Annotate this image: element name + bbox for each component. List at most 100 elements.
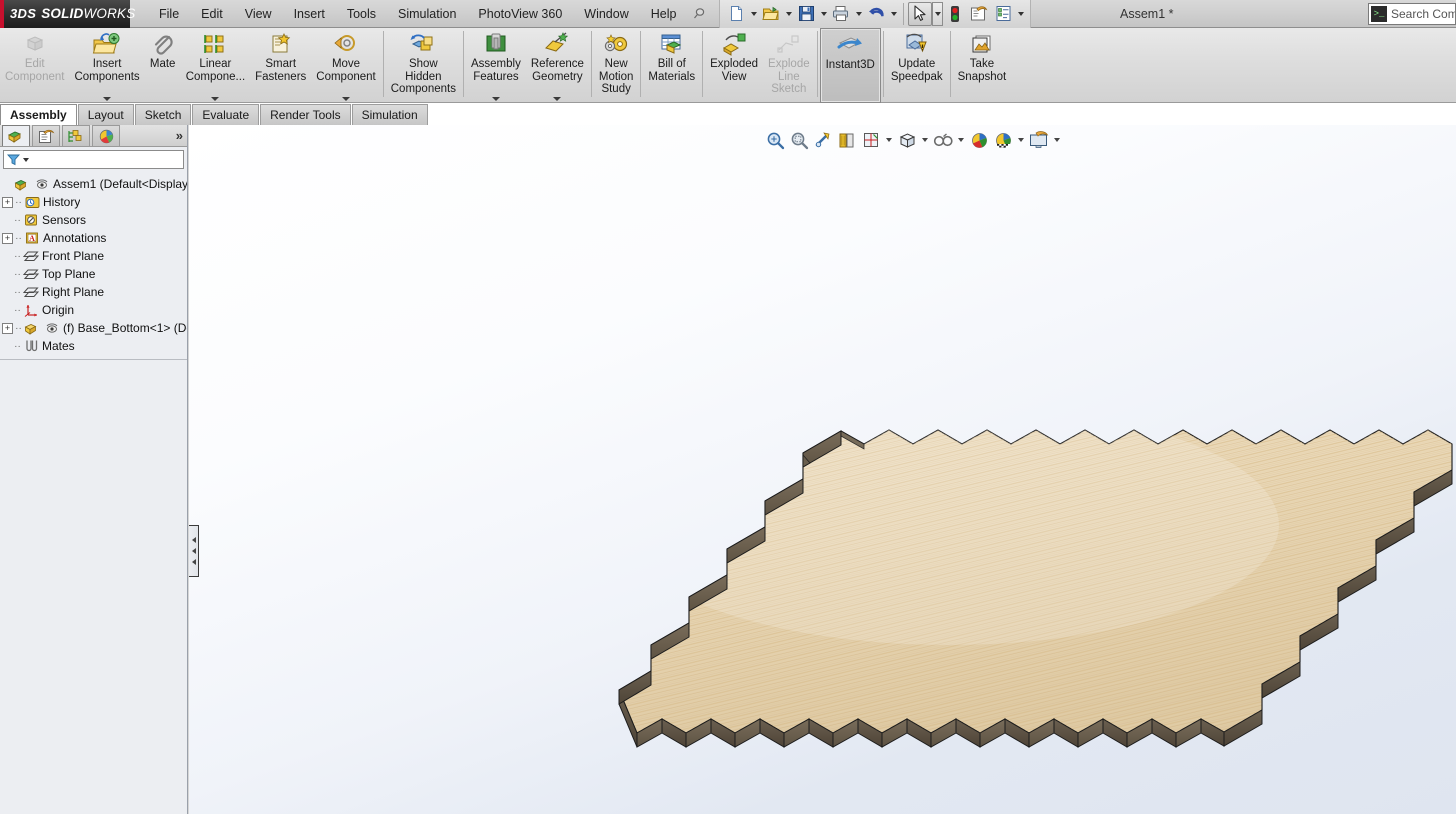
ribbon-new-motion-study[interactable]: New Motion Study <box>594 28 639 103</box>
menu-item-insert[interactable]: Insert <box>283 4 336 24</box>
ribbon-bill-of-materials[interactable]: Bill of Materials <box>643 28 700 103</box>
expand-icon[interactable]: + <box>2 322 13 334</box>
ribbon-mate[interactable]: Mate <box>145 28 181 103</box>
open-document-caret-icon[interactable] <box>783 2 794 26</box>
tree-item-annotations[interactable]: + ·· A Annotations <box>0 229 187 247</box>
ribbon-instant3d[interactable]: Instant3D <box>819 28 881 103</box>
undo-caret-icon[interactable] <box>888 2 899 26</box>
ribbon-divider <box>816 31 818 97</box>
save-caret-icon[interactable] <box>818 2 829 26</box>
settings-list-caret-icon[interactable] <box>1015 2 1026 26</box>
select-arrow-icon[interactable] <box>908 1 933 26</box>
ribbon-edit-component[interactable]: Edit Component <box>0 28 69 103</box>
tree-item-mates[interactable]: ·· Mates <box>0 337 187 355</box>
new-document-icon[interactable] <box>724 2 748 26</box>
tree-item-base-bottom[interactable]: + ·· (f) Base_Bottom<1> (De <box>0 319 187 337</box>
tree-item-front-plane[interactable]: ·· Front Plane <box>0 247 187 265</box>
search-commands-box[interactable]: >_ Search Com <box>1368 3 1456 25</box>
menu-item-edit[interactable]: Edit <box>190 4 234 24</box>
feature-tree: Assem1 (Default<Display St + ·· History … <box>0 171 187 814</box>
ribbon-assembly-features-caret-icon[interactable] <box>491 97 500 101</box>
ribbon-take-snapshot-label: Take Snapshot <box>957 58 1007 83</box>
plane-icon <box>22 286 40 299</box>
ribbon-smart-fasteners-label: Smart Fasteners <box>255 58 307 83</box>
show-hidden-components-icon <box>409 31 437 57</box>
select-arrow-caret-icon[interactable] <box>932 1 944 26</box>
ribbon-smart-fasteners[interactable]: Smart Fasteners <box>250 28 311 103</box>
ribbon-linear-component-pattern-caret-icon[interactable] <box>211 97 220 101</box>
tab-simulation[interactable]: Simulation <box>351 104 428 125</box>
print-caret-icon[interactable] <box>853 2 864 26</box>
menu-item-view[interactable]: View <box>234 4 283 24</box>
tab-evaluate[interactable]: Evaluate <box>192 104 260 125</box>
tree-item-origin[interactable]: ·· Origin <box>0 301 187 319</box>
tree-item-history[interactable]: + ·· History <box>0 193 187 211</box>
ribbon-exploded-view[interactable]: Exploded View <box>705 28 763 103</box>
ribbon-reference-geometry-caret-icon[interactable] <box>553 97 562 101</box>
model-base-bottom[interactable] <box>189 125 1456 814</box>
graphics-viewport[interactable] <box>189 125 1456 814</box>
ribbon-take-snapshot[interactable]: Take Snapshot <box>953 28 1012 103</box>
menu-item-file[interactable]: File <box>148 4 190 24</box>
ribbon-assembly-features[interactable]: Assembly Features <box>466 28 526 103</box>
tab-layout[interactable]: Layout <box>77 104 134 125</box>
menu-item-simulation[interactable]: Simulation <box>387 4 467 24</box>
display-manager-tab[interactable] <box>92 125 120 146</box>
plane-icon <box>22 268 40 281</box>
menu-item-window[interactable]: Window <box>573 4 639 24</box>
options-icon[interactable] <box>967 2 991 26</box>
feature-manager-more-tabs[interactable]: » <box>176 126 183 146</box>
save-icon[interactable] <box>794 2 818 26</box>
annotations-icon: A <box>23 231 41 245</box>
print-icon[interactable] <box>829 2 853 26</box>
ribbon-divider <box>382 31 384 97</box>
tree-item-mates-label: Mates <box>42 339 75 353</box>
ribbon-reference-geometry[interactable]: Reference Geometry <box>526 28 589 103</box>
sensors-icon <box>22 213 40 227</box>
instant3d-icon <box>835 32 865 58</box>
main-menu: File Edit View Insert Tools Simulation P… <box>148 0 711 28</box>
ribbon-linear-component-pattern[interactable]: Linear Compone... <box>181 28 250 103</box>
ribbon-update-speedpak[interactable]: Update Speedpak <box>886 28 948 103</box>
feature-tree-filter-caret-icon[interactable] <box>23 157 29 162</box>
document-title: Assem1 * <box>1120 7 1174 21</box>
ribbon-explode-line-sketch[interactable]: Explode Line Sketch <box>763 28 815 103</box>
feature-manager-tab-strip: » <box>0 125 187 147</box>
display-state-icon <box>33 178 51 191</box>
ribbon-insert-components-caret-icon[interactable] <box>103 97 112 101</box>
feature-manager-tree-tab[interactable] <box>2 125 30 146</box>
settings-list-icon[interactable] <box>991 2 1015 26</box>
ribbon-assembly-features-label: Assembly Features <box>470 58 521 83</box>
tree-item-top-plane[interactable]: ·· Top Plane <box>0 265 187 283</box>
feature-tree-filter[interactable] <box>3 150 184 169</box>
undo-icon[interactable] <box>864 2 888 26</box>
tab-assembly[interactable]: Assembly <box>0 104 77 125</box>
property-manager-tab[interactable] <box>32 125 60 146</box>
tree-item-assembly-root[interactable]: Assem1 (Default<Display St <box>0 175 187 193</box>
menu-item-tools[interactable]: Tools <box>336 4 387 24</box>
ribbon-reference-geometry-label: Reference Geometry <box>530 58 584 83</box>
tab-sketch[interactable]: Sketch <box>134 104 192 125</box>
solidworks-logo[interactable]: 3DS SOLIDWORKS <box>0 0 135 28</box>
ribbon-insert-components[interactable]: Insert Components <box>69 28 144 103</box>
expand-icon[interactable]: + <box>2 196 13 208</box>
tab-render-tools[interactable]: Render Tools <box>260 104 351 125</box>
open-document-icon[interactable] <box>759 2 783 26</box>
pushpin-icon[interactable] <box>687 2 711 26</box>
rebuild-traffic-light-icon[interactable] <box>943 2 967 26</box>
tree-item-right-plane[interactable]: ·· Right Plane <box>0 283 187 301</box>
tree-item-sensors[interactable]: ·· Sensors <box>0 211 187 229</box>
ribbon-move-component[interactable]: Move Component <box>311 28 380 103</box>
ribbon-divider <box>640 31 642 97</box>
title-menu-bar: 3DS SOLIDWORKS File Edit View Insert Too… <box>0 0 1456 28</box>
model-svg[interactable] <box>189 125 1456 814</box>
ribbon-show-hidden-components[interactable]: Show Hidden Components <box>386 28 461 103</box>
menu-item-photoview360[interactable]: PhotoView 360 <box>467 4 573 24</box>
configuration-manager-tab[interactable] <box>62 125 90 146</box>
expand-icon[interactable]: + <box>2 232 13 244</box>
menu-item-help[interactable]: Help <box>640 4 688 24</box>
new-document-caret-icon[interactable] <box>748 2 759 26</box>
edit-component-icon <box>22 31 48 57</box>
board-top-face <box>618 429 1453 734</box>
ribbon-move-component-caret-icon[interactable] <box>342 97 351 101</box>
